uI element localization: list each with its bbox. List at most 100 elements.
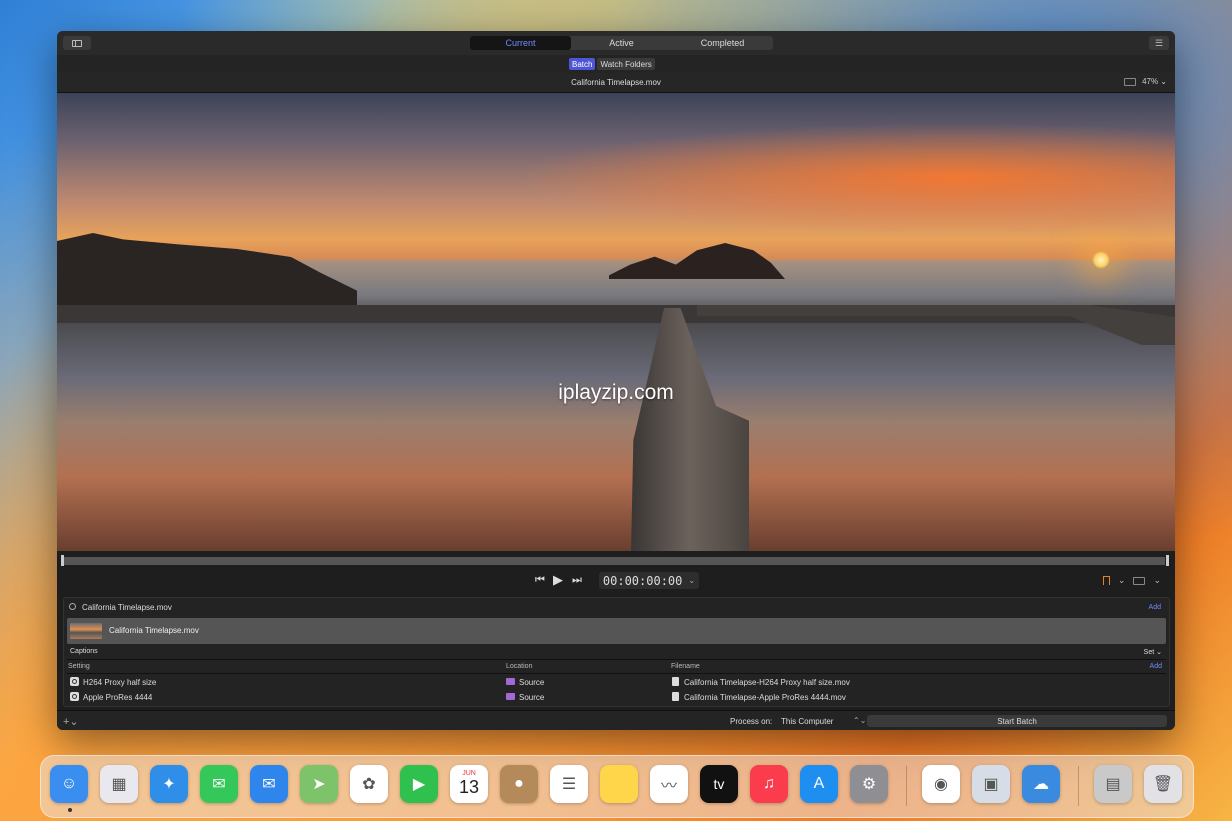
trash-icon[interactable]: 🗑	[1144, 765, 1182, 803]
next-frame-button[interactable]: ⏭	[572, 574, 582, 587]
in-point-handle[interactable]	[61, 555, 64, 566]
viewer-tools: ⌄ ⌄	[1102, 575, 1161, 586]
safari-icon[interactable]: ✦	[150, 765, 188, 803]
timecode-value: 00:00:00:00	[602, 573, 683, 588]
notes-icon[interactable]	[600, 765, 638, 803]
calendar-day: 13	[458, 777, 480, 797]
preview-icon[interactable]: ▣	[972, 765, 1010, 803]
rock-island	[609, 243, 785, 279]
transport-controls: ⏮ ▶ ⏭ 00:00:00:00 ⌄ ⌄ ⌄	[57, 569, 1175, 593]
add-output-link[interactable]: Add	[1150, 663, 1162, 670]
sidebar-toggle-button[interactable]	[63, 36, 91, 50]
reminders-icon[interactable]: ☰	[550, 765, 588, 803]
output-filename: California Timelapse-H264 Proxy half siz…	[684, 678, 850, 687]
view-tabs: Current Active Completed	[470, 36, 773, 50]
set-menu-button[interactable]: Set ⌄	[1144, 648, 1162, 656]
video-viewer[interactable]: iplayzip.com	[57, 93, 1175, 551]
outputs-header: Setting Location Filename Add	[67, 660, 1166, 674]
messages-icon[interactable]: ✉	[200, 765, 238, 803]
timecode-display[interactable]: 00:00:00:00 ⌄	[599, 572, 699, 589]
contacts-icon[interactable]: ●	[500, 765, 538, 803]
freeform-icon[interactable]: 〰	[650, 765, 688, 803]
viewer-header: California Timelapse.mov 47% ⌄	[57, 73, 1175, 93]
display-icon[interactable]	[1133, 576, 1146, 585]
tv-label: tv	[713, 776, 725, 792]
mode-watch-folders[interactable]: Watch Folders	[597, 58, 655, 70]
compressor-setting-icon	[70, 677, 79, 686]
sun	[1092, 251, 1110, 269]
calendar-icon[interactable]: JUN 13	[450, 765, 488, 803]
dock-separator	[906, 766, 907, 806]
music-icon[interactable]: ♫	[750, 765, 788, 803]
facetime-icon[interactable]: ▶	[400, 765, 438, 803]
select-arrows-icon[interactable]: ⌃⌄	[853, 716, 866, 725]
finder-icon[interactable]: ☺	[50, 765, 88, 803]
output-location[interactable]: Source	[519, 678, 544, 687]
view-options-icon[interactable]	[1124, 77, 1137, 86]
rock-left	[57, 233, 357, 313]
compressor-setting-icon	[70, 692, 79, 701]
tab-current[interactable]: Current	[470, 36, 571, 50]
captions-row: Captions Set ⌄	[67, 645, 1166, 660]
dock-separator	[1078, 766, 1079, 806]
add-job-link[interactable]: Add	[1149, 604, 1161, 611]
chrome-icon[interactable]: ◉	[922, 765, 960, 803]
source-icon	[69, 603, 76, 610]
document-icon	[672, 677, 679, 686]
ruin-wall-right	[697, 305, 1175, 345]
zoom-level[interactable]: 47% ⌄	[1142, 77, 1167, 86]
job-row[interactable]: California Timelapse.mov	[67, 618, 1166, 644]
timeline-scrubber[interactable]	[57, 551, 1175, 569]
col-filename: Filename	[671, 663, 700, 670]
output-location[interactable]: Source	[519, 693, 544, 702]
maps-icon[interactable]: ➤	[300, 765, 338, 803]
stone-pier	[631, 308, 749, 551]
output-row[interactable]: H264 Proxy half size Source California T…	[67, 674, 1166, 689]
document-icon	[672, 692, 679, 701]
job-name: California Timelapse.mov	[109, 626, 199, 635]
chevron-down-icon: ⌄	[688, 576, 696, 585]
title-bar: Current Active Completed ☰	[57, 31, 1175, 56]
start-batch-button[interactable]: Start Batch	[867, 715, 1167, 727]
output-row[interactable]: Apple ProRes 4444 Source California Time…	[67, 689, 1166, 704]
previous-frame-button[interactable]: ⏮	[535, 574, 545, 587]
sunset-clouds	[437, 113, 1175, 243]
out-point-handle[interactable]	[1166, 555, 1169, 566]
captions-label: Captions	[70, 648, 98, 655]
tab-completed[interactable]: Completed	[672, 36, 773, 50]
watermark-text: iplayzip.com	[558, 381, 674, 404]
system-settings-icon[interactable]: ⚙	[850, 765, 888, 803]
tab-active[interactable]: Active	[571, 36, 672, 50]
play-button[interactable]: ▶	[553, 572, 563, 588]
mode-batch[interactable]: Batch	[569, 58, 596, 70]
scrubber-track[interactable]	[63, 557, 1165, 565]
zoom-control[interactable]: 47% ⌄	[1124, 77, 1167, 86]
job-thumbnail	[70, 623, 102, 639]
weather-icon[interactable]: ☁	[1022, 765, 1060, 803]
process-on-select[interactable]: This Computer	[781, 717, 833, 726]
viewer-file-title: California Timelapse.mov	[571, 78, 661, 87]
launchpad-icon[interactable]: ▦	[100, 765, 138, 803]
process-on-label: Process on:	[730, 717, 773, 726]
dock: ☺ ▦ ✦ ✉ ✉ ➤ ✿ ▶ JUN 13 ● ☰ 〰 tv ♫ A ⚙ ◉ ▣ ☁ ▤ 🗑	[40, 755, 1194, 818]
folder-icon	[506, 693, 515, 700]
app-store-icon[interactable]: A	[800, 765, 838, 803]
batch-header: California Timelapse.mov Add	[64, 598, 1169, 617]
sidebar-icon	[72, 39, 82, 47]
marker-menu-caret[interactable]: ⌄	[1118, 575, 1126, 586]
sliders-icon: ☰	[1154, 37, 1164, 48]
display-menu-caret[interactable]: ⌄	[1153, 575, 1161, 586]
output-filename: California Timelapse-Apple ProRes 4444.m…	[684, 693, 846, 702]
col-location: Location	[506, 663, 533, 670]
add-menu-button[interactable]: +⌄	[63, 715, 79, 728]
photos-icon[interactable]: ✿	[350, 765, 388, 803]
mode-bar: Batch Watch Folders	[57, 55, 1175, 73]
marker-icon[interactable]	[1102, 576, 1110, 585]
calendar-month: JUN	[462, 770, 476, 777]
compressor-icon[interactable]: ▤	[1094, 765, 1132, 803]
bottom-bar: +⌄ Process on: This Computer ⌃⌄ Start Ba…	[57, 710, 1175, 730]
inspector-toggle-button[interactable]: ☰	[1149, 36, 1169, 50]
mode-switch: Batch Watch Folders	[569, 58, 655, 70]
mail-icon[interactable]: ✉	[250, 765, 288, 803]
tv-icon[interactable]: tv	[700, 765, 738, 803]
